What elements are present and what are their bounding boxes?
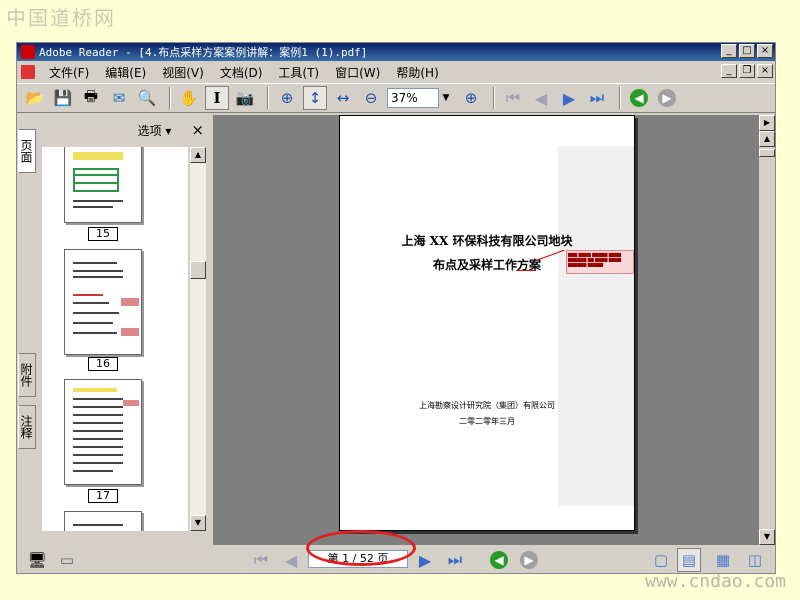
hand-tool-icon[interactable]: ✋ bbox=[177, 86, 201, 110]
status-forward-icon[interactable]: ▶ bbox=[517, 548, 541, 572]
page-size-icon[interactable]: ▭ bbox=[55, 548, 79, 572]
menu-tools[interactable]: 工具(T) bbox=[270, 64, 327, 81]
thumbnail-list: 15 16 17 bbox=[42, 147, 188, 531]
zoom-out-icon[interactable]: ⊖ bbox=[359, 86, 383, 110]
document-view: 上海 XX 环保科技有限公司地块 布点及采样工作方案 ▇▇▇ ▇▇▇▇ ▇▇▇▇… bbox=[213, 115, 775, 545]
status-prev-page-icon[interactable]: ◀ bbox=[279, 548, 303, 572]
status-next-page-icon[interactable]: ▶ bbox=[413, 548, 437, 572]
side-tabs: 页面 附件 注释 bbox=[17, 115, 37, 545]
search-icon[interactable]: 🔍 bbox=[135, 86, 159, 110]
tab-comments[interactable]: 注释 bbox=[18, 405, 36, 449]
pages-panel: 选项 ▾ × 15 16 17 ▲ ▼ bbox=[38, 115, 210, 545]
go-forward-icon[interactable]: ▶ bbox=[655, 86, 679, 110]
previous-page-icon[interactable]: ◀ bbox=[529, 86, 553, 110]
highlight-ellipse bbox=[306, 530, 416, 566]
status-back-icon[interactable]: ◀ bbox=[487, 548, 511, 572]
tab-attachments[interactable]: 附件 bbox=[18, 353, 36, 397]
comment-margin bbox=[558, 146, 634, 506]
go-back-icon[interactable]: ◀ bbox=[627, 86, 651, 110]
document-scrollbar[interactable]: ▶ ▲ ▼ bbox=[759, 115, 775, 545]
thumbnail-label: 17 bbox=[88, 489, 118, 503]
comment-note[interactable]: ▇▇▇ ▇▇▇▇ ▇▇▇▇▇ ▇▇▇▇ ▇▇▇▇▇▇ ▇▇ ▇▇▇▇ ▇▇▇▇ … bbox=[566, 250, 634, 274]
save-icon[interactable]: 💾 bbox=[51, 86, 75, 110]
menu-view[interactable]: 视图(V) bbox=[154, 64, 212, 81]
select-text-icon[interactable]: I bbox=[205, 86, 229, 110]
doc-date: 二零二零年三月 bbox=[459, 417, 515, 426]
thumbnail-scrollbar[interactable]: ▲ ▼ bbox=[190, 147, 206, 531]
open-icon[interactable]: 📂 bbox=[23, 86, 47, 110]
watermark-top: 中国道桥网 bbox=[6, 6, 116, 30]
close-button[interactable]: × bbox=[757, 44, 773, 58]
pdf-page[interactable]: 上海 XX 环保科技有限公司地块 布点及采样工作方案 ▇▇▇ ▇▇▇▇ ▇▇▇▇… bbox=[339, 115, 635, 531]
doc-minimize-button[interactable]: _ bbox=[721, 64, 737, 78]
email-icon[interactable]: ✉ bbox=[107, 86, 131, 110]
next-page-icon[interactable]: ▶ bbox=[557, 86, 581, 110]
status-last-page-icon[interactable]: ⏭ bbox=[443, 548, 467, 572]
doc-organization: 上海勘察设计研究院（集团）有限公司 bbox=[419, 401, 555, 410]
page-thumbnail[interactable] bbox=[64, 379, 142, 485]
adobe-reader-window: Adobe Reader - [4.布点采样方案案例讲解：案例1 (1).pdf… bbox=[16, 42, 776, 574]
toolbar: 📂 💾 🖶 ✉ 🔍 ✋ I 📷 ⊕ ↕ ↔ ⊖ 37% ▼ ⊕ ⏮ ◀ ▶ ⏭ … bbox=[17, 83, 775, 113]
thumbnail-label: 16 bbox=[88, 357, 118, 371]
facing-icon[interactable]: ◫ bbox=[743, 548, 767, 572]
page-thumbnail[interactable] bbox=[64, 511, 142, 531]
thumbnail-label: 15 bbox=[88, 227, 118, 241]
continuous-icon[interactable]: ▤ bbox=[677, 548, 701, 572]
print-icon[interactable]: 🖶 bbox=[79, 86, 103, 110]
watermark-bottom: www.cndao.com bbox=[645, 571, 786, 592]
pdf-document-icon bbox=[21, 65, 35, 79]
fit-page-icon[interactable]: ↕ bbox=[303, 86, 327, 110]
zoom-input[interactable]: 37% bbox=[387, 88, 439, 108]
zoom-in-tool-icon[interactable]: ⊕ bbox=[275, 86, 299, 110]
zoom-dropdown-icon[interactable]: ▼ bbox=[439, 88, 453, 108]
menu-bar: 文件(F) 编辑(E) 视图(V) 文档(D) 工具(T) 窗口(W) 帮助(H… bbox=[17, 62, 775, 82]
options-menu[interactable]: 选项 ▾ bbox=[138, 122, 172, 139]
panel-close-icon[interactable]: × bbox=[191, 121, 204, 139]
first-page-icon[interactable]: ⏮ bbox=[501, 86, 525, 110]
window-title: Adobe Reader - [4.布点采样方案案例讲解：案例1 (1).pdf… bbox=[39, 46, 368, 59]
menu-help[interactable]: 帮助(H) bbox=[388, 64, 446, 81]
continuous-facing-icon[interactable]: ▦ bbox=[711, 548, 735, 572]
menu-file[interactable]: 文件(F) bbox=[41, 64, 97, 81]
minimize-button[interactable]: _ bbox=[721, 44, 737, 58]
status-first-page-icon[interactable]: ⏮ bbox=[249, 548, 273, 572]
doc-close-button[interactable]: × bbox=[757, 64, 773, 78]
snapshot-icon[interactable]: 📷 bbox=[233, 86, 257, 110]
monitor-icon[interactable]: 🖥 bbox=[25, 548, 49, 572]
menu-document[interactable]: 文档(D) bbox=[212, 64, 271, 81]
doc-title-line1: 上海 XX 环保科技有限公司地块 bbox=[401, 234, 573, 248]
adobe-app-icon bbox=[21, 45, 35, 59]
tab-pages[interactable]: 页面 bbox=[18, 129, 36, 173]
maximize-button[interactable]: □ bbox=[739, 44, 755, 58]
menu-window[interactable]: 窗口(W) bbox=[327, 64, 388, 81]
page-thumbnail[interactable] bbox=[64, 147, 142, 223]
single-page-icon[interactable]: ▢ bbox=[649, 548, 673, 572]
zoom-in-icon[interactable]: ⊕ bbox=[459, 86, 483, 110]
title-bar: Adobe Reader - [4.布点采样方案案例讲解：案例1 (1).pdf… bbox=[17, 43, 775, 61]
doc-restore-button[interactable]: ❐ bbox=[739, 64, 755, 78]
last-page-icon[interactable]: ⏭ bbox=[585, 86, 609, 110]
fit-width-icon[interactable]: ↔ bbox=[331, 86, 355, 110]
page-thumbnail[interactable] bbox=[64, 249, 142, 355]
menu-edit[interactable]: 编辑(E) bbox=[97, 64, 154, 81]
